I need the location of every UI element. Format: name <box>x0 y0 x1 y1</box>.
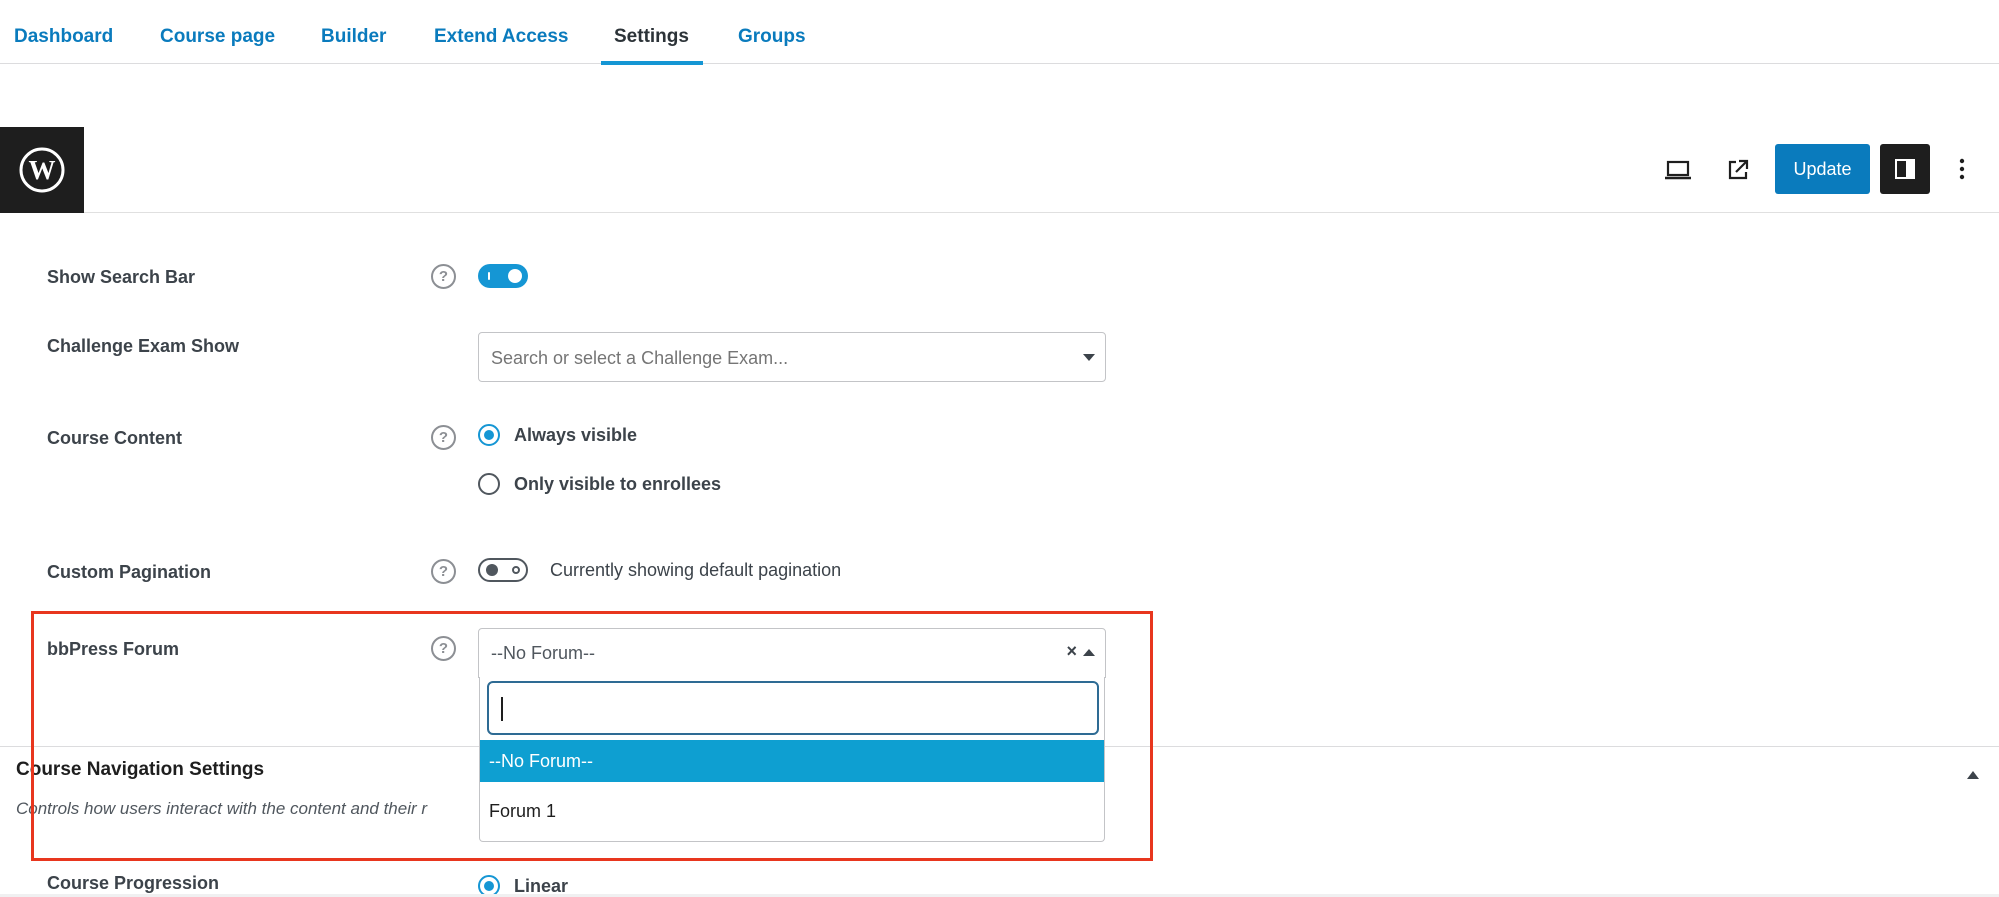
tab-course-page[interactable]: Course page <box>160 26 275 48</box>
top-tabs-bar: Dashboard Course page Builder Extend Acc… <box>0 0 1999 65</box>
pagination-status-text: Currently showing default pagination <box>550 560 842 580</box>
bbpress-forum-select[interactable]: --No Forum-- × <box>478 628 1106 678</box>
more-vertical-icon[interactable] <box>1944 144 1980 194</box>
toggle-knob <box>486 564 498 576</box>
preview-laptop-icon[interactable] <box>1662 154 1694 186</box>
bbpress-forum-label: bbPress Forum <box>47 639 180 659</box>
help-icon[interactable]: ? <box>431 559 456 584</box>
show-search-bar-label: Show Search Bar <box>47 267 196 287</box>
radio-always-visible[interactable] <box>478 424 500 446</box>
toggle-off-indicator <box>512 566 520 574</box>
challenge-exam-select[interactable]: Search or select a Challenge Exam... <box>478 332 1106 382</box>
custom-pagination-toggle[interactable] <box>478 558 528 582</box>
clear-selection-icon[interactable]: × <box>1066 641 1077 662</box>
challenge-exam-label: Challenge Exam Show <box>47 336 240 356</box>
forum-option-forum-1[interactable]: Forum 1 <box>480 790 1104 832</box>
forum-search-input[interactable] <box>487 681 1099 735</box>
custom-pagination-label: Custom Pagination <box>47 562 212 582</box>
forum-selected-value: --No Forum-- <box>491 643 595 663</box>
help-icon[interactable]: ? <box>431 636 456 661</box>
help-icon[interactable]: ? <box>431 425 456 450</box>
challenge-exam-placeholder: Search or select a Challenge Exam... <box>491 348 789 368</box>
radio-label-only-enrollees[interactable]: Only visible to enrollees <box>514 474 721 495</box>
editor-header: W Update <box>0 127 1999 213</box>
chevron-down-icon <box>1083 354 1095 361</box>
navigation-panel-title[interactable]: Course Navigation Settings <box>16 759 264 781</box>
update-button[interactable]: Update <box>1775 144 1870 194</box>
sidebar-panel-icon[interactable] <box>1880 144 1930 194</box>
help-icon[interactable]: ? <box>431 264 456 289</box>
radio-only-enrollees[interactable] <box>478 473 500 495</box>
tab-extend-access[interactable]: Extend Access <box>434 26 568 48</box>
text-cursor <box>501 697 503 721</box>
wordpress-logo-icon[interactable]: W <box>0 127 84 213</box>
tab-settings[interactable]: Settings <box>614 26 689 48</box>
external-link-icon[interactable] <box>1722 154 1754 186</box>
active-tab-indicator <box>601 61 703 65</box>
toggle-on-indicator <box>488 272 490 280</box>
radio-label-always-visible[interactable]: Always visible <box>514 425 637 446</box>
svg-text:W: W <box>29 155 56 185</box>
navigation-panel-description: Controls how users interact with the con… <box>16 799 428 818</box>
collapse-panel-icon[interactable] <box>1967 771 1979 779</box>
tab-groups[interactable]: Groups <box>738 26 806 48</box>
course-progression-label: Course Progression <box>47 873 220 893</box>
course-content-label: Course Content <box>47 428 182 448</box>
chevron-up-icon[interactable] <box>1083 649 1095 656</box>
tab-builder[interactable]: Builder <box>321 26 386 48</box>
tab-dashboard[interactable]: Dashboard <box>14 26 113 48</box>
forum-dropdown-menu: --No Forum-- Forum 1 <box>479 677 1105 842</box>
forum-option-no-forum[interactable]: --No Forum-- <box>480 740 1104 782</box>
toggle-knob <box>508 269 522 283</box>
show-search-bar-toggle[interactable] <box>478 264 528 288</box>
